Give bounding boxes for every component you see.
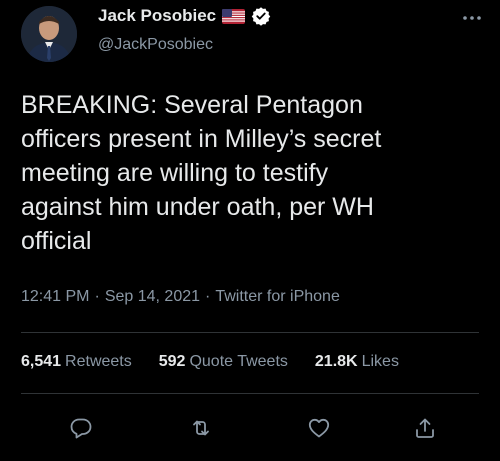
likes-stat[interactable]: 21.8K Likes [315,353,399,371]
tweet-actions [21,410,479,446]
tweet-stats: 6,541 Retweets 592 Quote Tweets 21.8K Likes [21,353,399,371]
like-button[interactable] [301,410,337,446]
verified-badge-icon [251,6,271,26]
retweets-count: 6,541 [21,353,62,370]
retweet-button[interactable] [183,410,219,446]
tweet-text-line: against him under oath, per WH [21,193,374,221]
tweet-text-line: BREAKING: Several Pentagon [21,91,363,119]
divider [21,393,479,394]
reply-icon [70,418,92,439]
tweet-text-line: meeting are willing to testify [21,159,329,187]
us-flag-icon [222,8,246,24]
quote-tweets-stat[interactable]: 592 Quote Tweets [159,353,288,371]
share-button[interactable] [407,410,443,446]
likes-label: Likes [361,353,399,370]
heart-icon [308,418,330,438]
author-display-name[interactable]: Jack Posobiec [98,6,216,26]
meta-separator: · [94,288,100,305]
quote-tweets-label: Quote Tweets [189,353,288,370]
likes-count: 21.8K [314,353,358,370]
avatar[interactable] [21,6,77,62]
tweet-date[interactable]: Sep 14, 2021 [105,288,200,305]
tweet-text-line: official [21,227,92,255]
tweet-text: BREAKING: Several Pentagon officers pres… [21,88,481,258]
more-options-icon[interactable] [460,10,484,26]
retweets-label: Retweets [65,353,132,370]
tweet-time[interactable]: 12:41 PM [21,288,89,305]
reply-button[interactable] [63,410,99,446]
tweet-meta: 12:41 PM · Sep 14, 2021 · Twitter for iPhone [21,288,340,306]
avatar-image [21,6,77,62]
retweets-stat[interactable]: 6,541 Retweets [21,353,132,371]
author-handle[interactable]: @JackPosobiec [98,36,213,54]
divider [21,332,479,333]
retweet-icon [193,420,209,436]
author-name-row[interactable]: Jack Posobiec [98,6,271,26]
quote-tweets-count: 592 [158,353,186,370]
tweet-card: Jack Posobiec @JackPosobiec BREAKING: Se… [0,0,500,461]
tweet-source[interactable]: Twitter for iPhone [215,288,340,305]
share-icon [416,418,434,438]
meta-separator: · [205,288,211,305]
tweet-text-line: officers present in Milley’s secret [21,125,382,153]
